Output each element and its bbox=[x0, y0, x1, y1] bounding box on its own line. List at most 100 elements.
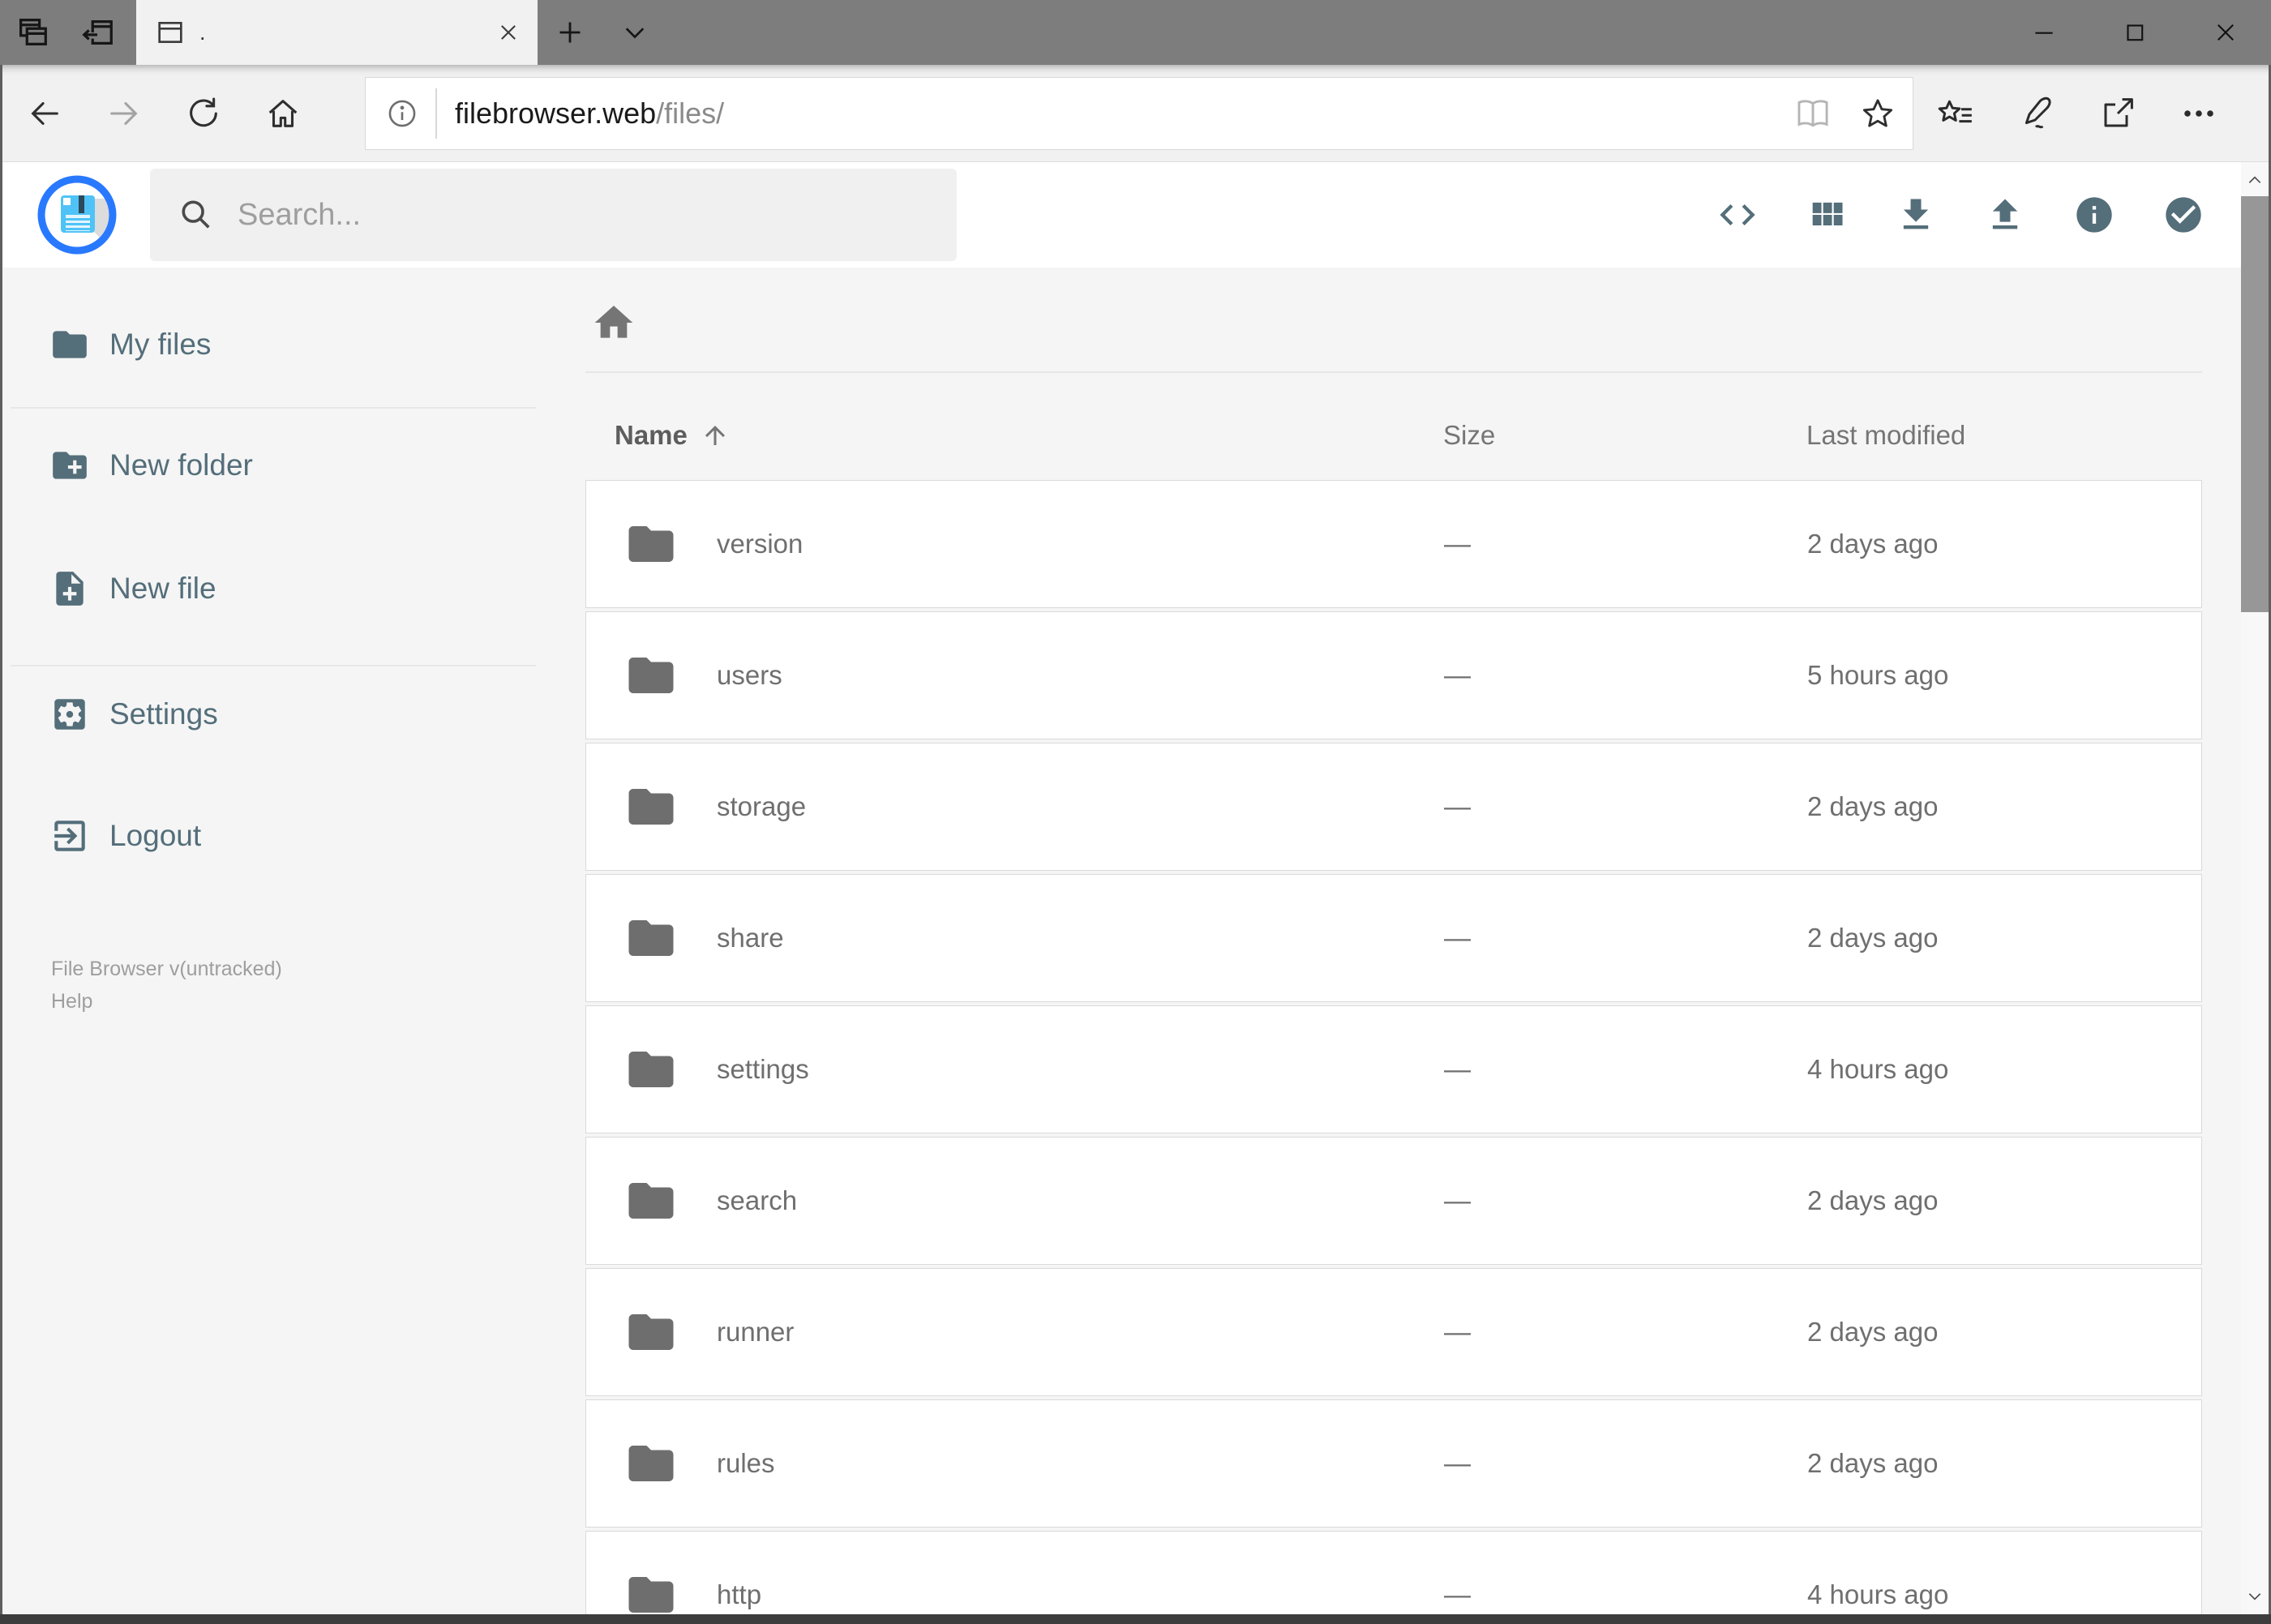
page-scrollbar[interactable] bbox=[2241, 162, 2269, 1614]
folder-icon bbox=[624, 780, 678, 833]
file-modified: 2 days ago bbox=[1807, 791, 1939, 821]
file-row[interactable]: search — 2 days ago bbox=[585, 1137, 2202, 1265]
reading-view-icon[interactable] bbox=[1794, 95, 1832, 132]
filebrowser-body: My files New folder New file Settings Lo… bbox=[2, 268, 2241, 1614]
scrollbar-thumb[interactable] bbox=[2241, 196, 2269, 612]
window-border-left bbox=[0, 65, 2, 1624]
sidebar-item-new-file[interactable]: New file bbox=[2, 544, 570, 633]
tab-list-dropdown-button[interactable] bbox=[602, 0, 667, 65]
breadcrumb-home-icon[interactable] bbox=[591, 300, 636, 345]
upload-button[interactable] bbox=[1960, 170, 2050, 259]
ink-pen-icon bbox=[2017, 94, 2056, 133]
file-size: — bbox=[1444, 1579, 1471, 1609]
scrollbar-up-arrow[interactable] bbox=[2241, 162, 2269, 198]
site-info-icon[interactable] bbox=[385, 96, 419, 131]
maximize-icon bbox=[2121, 19, 2149, 46]
window-controls bbox=[1999, 0, 2271, 65]
file-row[interactable]: users — 5 hours ago bbox=[585, 611, 2202, 739]
file-row[interactable]: storage — 2 days ago bbox=[585, 743, 2202, 871]
folder-icon bbox=[624, 1043, 678, 1096]
help-link[interactable]: Help bbox=[51, 985, 282, 1018]
file-row[interactable]: runner — 2 days ago bbox=[585, 1268, 2202, 1396]
file-row[interactable]: version — 2 days ago bbox=[585, 480, 2202, 608]
tab-close-icon[interactable] bbox=[497, 21, 520, 44]
folder-icon bbox=[624, 1437, 678, 1490]
refresh-button[interactable] bbox=[164, 73, 243, 154]
folder-icon bbox=[624, 911, 678, 965]
settings-more-button[interactable] bbox=[2158, 73, 2239, 154]
file-modified: 4 hours ago bbox=[1807, 1054, 1949, 1084]
file-row[interactable]: rules — 2 days ago bbox=[585, 1399, 2202, 1528]
file-row[interactable]: share — 2 days ago bbox=[585, 874, 2202, 1002]
folder-icon bbox=[624, 1305, 678, 1359]
minimize-button[interactable] bbox=[1999, 0, 2089, 65]
favorites-hub-button[interactable] bbox=[1915, 73, 1996, 154]
new-folder-icon bbox=[49, 445, 90, 486]
column-header-name[interactable]: Name bbox=[615, 415, 730, 456]
breadcrumb-divider bbox=[585, 371, 2202, 373]
url-text[interactable]: filebrowser.web/files/ bbox=[455, 96, 724, 131]
sidebar-item-my-files[interactable]: My files bbox=[2, 300, 570, 389]
set-tabs-aside-button[interactable] bbox=[65, 0, 130, 65]
tab-preview-button[interactable] bbox=[0, 0, 65, 65]
share-button[interactable] bbox=[2077, 73, 2158, 154]
folder-icon bbox=[624, 1568, 678, 1614]
forward-button[interactable] bbox=[84, 73, 164, 154]
browser-window: . filebrowser.web/files/ Search... My fi… bbox=[0, 0, 2271, 1624]
sidebar-item-logout[interactable]: Logout bbox=[2, 791, 570, 881]
filebrowser-logo bbox=[36, 174, 118, 255]
info-icon bbox=[2073, 194, 2115, 236]
close-window-button[interactable] bbox=[2180, 0, 2271, 65]
file-row[interactable]: http — 4 hours ago bbox=[585, 1531, 2202, 1614]
download-button[interactable] bbox=[1871, 170, 1960, 259]
settings-gear-icon bbox=[49, 694, 90, 735]
column-header-name-label: Name bbox=[615, 420, 688, 450]
file-name: runner bbox=[717, 1317, 795, 1347]
file-size: — bbox=[1444, 660, 1471, 690]
browser-tab[interactable]: . bbox=[136, 0, 538, 65]
column-header-size[interactable]: Size bbox=[1443, 415, 1495, 456]
grid-view-button[interactable] bbox=[1782, 170, 1871, 259]
sidebar-footer: File Browser v(untracked) Help bbox=[51, 953, 282, 1018]
file-modified: 5 hours ago bbox=[1807, 660, 1949, 690]
filebrowser-header bbox=[2, 162, 2241, 268]
tab-preview-icon bbox=[14, 14, 51, 51]
search-input[interactable] bbox=[238, 197, 886, 233]
file-list: version — 2 days ago users — 5 hours ago… bbox=[585, 480, 2202, 1614]
forward-icon bbox=[105, 95, 143, 132]
plus-icon bbox=[554, 16, 586, 49]
sidebar-item-settings[interactable]: Settings bbox=[2, 670, 570, 759]
new-tab-button[interactable] bbox=[538, 0, 602, 65]
listing-header: Name Size Last modified bbox=[570, 415, 2241, 456]
scrollbar-down-arrow[interactable] bbox=[2241, 1579, 2269, 1614]
favorite-star-icon[interactable] bbox=[1859, 95, 1896, 132]
minimize-icon bbox=[2030, 19, 2058, 46]
browser-toolbar: filebrowser.web/files/ bbox=[0, 65, 2271, 162]
maximize-button[interactable] bbox=[2089, 0, 2180, 65]
sidebar-item-label: My files bbox=[109, 328, 212, 361]
search-bar[interactable] bbox=[150, 169, 957, 261]
web-notes-button[interactable] bbox=[1996, 73, 2077, 154]
folder-icon bbox=[624, 517, 678, 571]
sidebar-item-new-folder[interactable]: New folder bbox=[2, 421, 570, 510]
file-modified: 2 days ago bbox=[1807, 1448, 1939, 1478]
info-button[interactable] bbox=[2050, 170, 2139, 259]
select-multiple-button[interactable] bbox=[2139, 170, 2228, 259]
upload-icon bbox=[1984, 194, 2026, 236]
raw-view-button[interactable] bbox=[1693, 170, 1782, 259]
download-icon bbox=[1895, 194, 1937, 236]
file-modified: 2 days ago bbox=[1807, 923, 1939, 953]
close-icon bbox=[2212, 19, 2239, 46]
file-row[interactable]: settings — 4 hours ago bbox=[585, 1005, 2202, 1133]
home-button[interactable] bbox=[243, 73, 323, 154]
tab-title: . bbox=[199, 19, 206, 45]
address-bar[interactable]: filebrowser.web/files/ bbox=[365, 76, 1913, 150]
file-name: version bbox=[717, 529, 803, 559]
new-file-icon bbox=[49, 568, 90, 609]
sidebar-divider bbox=[11, 407, 536, 409]
file-name: share bbox=[717, 923, 784, 953]
sidebar: My files New folder New file Settings Lo… bbox=[2, 268, 570, 1614]
back-button[interactable] bbox=[5, 73, 84, 154]
column-header-modified[interactable]: Last modified bbox=[1806, 415, 1965, 456]
file-name: users bbox=[717, 660, 782, 690]
